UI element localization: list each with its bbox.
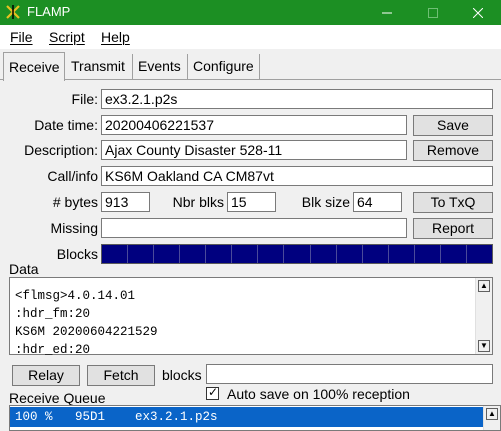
minimize-button[interactable]	[364, 0, 410, 25]
block-cell	[180, 245, 207, 263]
queue-scrollbar[interactable]: ▲	[483, 406, 500, 430]
data-label: Data	[9, 261, 39, 277]
queue-percent: 100 %	[15, 410, 53, 424]
receive-queue-list[interactable]: 100 % 95D1 ex3.2.1.p2s ▲	[9, 405, 501, 431]
block-cell	[154, 245, 181, 263]
block-cell	[102, 245, 129, 263]
data-line: KS6M 20200604221529	[15, 325, 158, 339]
tab-bar: Receive Transmit Events Configure	[0, 52, 501, 81]
tab-configure[interactable]: Configure	[188, 54, 260, 80]
menu-help[interactable]: Help	[101, 29, 130, 45]
close-icon	[473, 7, 483, 18]
remove-button[interactable]: Remove	[413, 140, 493, 161]
nbrblks-label: Nbr blks	[172, 194, 224, 210]
block-cell	[389, 245, 415, 263]
title-bar[interactable]: FLAMP	[0, 0, 501, 25]
queue-file: ex3.2.1.p2s	[135, 410, 218, 424]
missing-label: Missing	[50, 220, 98, 236]
nbrblks-field[interactable]: 15	[227, 192, 276, 212]
to-txq-button[interactable]: To TxQ	[413, 192, 493, 213]
queue-label: Receive Queue	[9, 390, 106, 406]
block-cell	[232, 245, 259, 263]
bytes-field[interactable]: 913	[101, 192, 150, 212]
maximize-button[interactable]	[410, 0, 456, 25]
data-text-area[interactable]: <flmsg>4.0.14.01 :hdr_fm:20 KS6M 202006042…	[9, 277, 493, 357]
block-cell	[128, 245, 155, 263]
block-cell	[311, 245, 337, 263]
relay-button[interactable]: Relay	[12, 365, 80, 386]
block-cell	[363, 245, 389, 263]
data-text-lines: <flmsg>4.0.14.01 :hdr_fm:20 KS6M 202006042…	[15, 287, 158, 359]
block-cell	[441, 245, 467, 263]
tab-events[interactable]: Events	[133, 54, 188, 80]
window-title: FLAMP	[27, 4, 71, 19]
tab-receive[interactable]: Receive	[3, 52, 65, 81]
autosave-label: Auto save on 100% reception	[227, 386, 410, 402]
callinfo-field[interactable]: KS6M Oakland CA CM87vt	[101, 166, 493, 186]
block-cell	[467, 245, 492, 263]
block-cell	[337, 245, 363, 263]
menu-script[interactable]: Script	[49, 29, 85, 45]
save-button[interactable]: Save	[413, 115, 493, 136]
blksize-field[interactable]: 64	[353, 192, 402, 212]
scroll-up-icon[interactable]: ▲	[478, 280, 490, 292]
tab-transmit[interactable]: Transmit	[66, 54, 133, 80]
block-cell	[258, 245, 285, 263]
queue-scroll-up-icon[interactable]: ▲	[486, 408, 498, 420]
autosave-checkbox[interactable]: ✓	[206, 385, 219, 400]
blksize-label: Blk size	[301, 194, 350, 210]
file-field[interactable]: ex3.2.1.p2s	[101, 89, 493, 109]
close-button[interactable]	[455, 0, 501, 25]
menu-bar: File Script Help	[0, 25, 501, 49]
block-cell	[284, 245, 311, 263]
maximize-icon	[428, 7, 438, 18]
blocks-input[interactable]	[206, 364, 493, 384]
check-icon: ✓	[208, 385, 219, 399]
file-label: File:	[71, 91, 98, 107]
tab-panel-border	[0, 79, 501, 80]
data-scrollbar[interactable]: ▲ ▼	[475, 278, 492, 354]
menu-file[interactable]: File	[10, 29, 33, 45]
queue-row[interactable]: 100 % 95D1 ex3.2.1.p2s	[10, 407, 484, 427]
block-cell	[415, 245, 441, 263]
datetime-label: Date time:	[34, 117, 98, 133]
description-label: Description:	[24, 142, 98, 158]
missing-field[interactable]	[101, 218, 407, 238]
blocks-field-label: blocks	[162, 367, 202, 383]
flamp-app-icon	[6, 5, 20, 19]
queue-id: 95D1	[75, 410, 106, 424]
minimize-icon	[382, 12, 392, 13]
scroll-down-icon[interactable]: ▼	[478, 340, 490, 352]
report-button[interactable]: Report	[413, 218, 493, 239]
bytes-label: # bytes	[52, 194, 98, 210]
description-field[interactable]: Ajax County Disaster 528-11	[101, 140, 407, 160]
blocks-label: Blocks	[56, 246, 98, 262]
block-cell	[206, 245, 233, 263]
data-line: :hdr_fm:20	[15, 307, 91, 321]
callinfo-label: Call/info	[47, 168, 98, 184]
data-line: :hdr_ed:20	[15, 343, 91, 357]
data-line: <flmsg>4.0.14.01	[15, 289, 136, 303]
blocks-progress-bar	[101, 244, 493, 264]
fetch-button[interactable]: Fetch	[87, 365, 155, 386]
datetime-field[interactable]: 20200406221537	[101, 115, 407, 135]
